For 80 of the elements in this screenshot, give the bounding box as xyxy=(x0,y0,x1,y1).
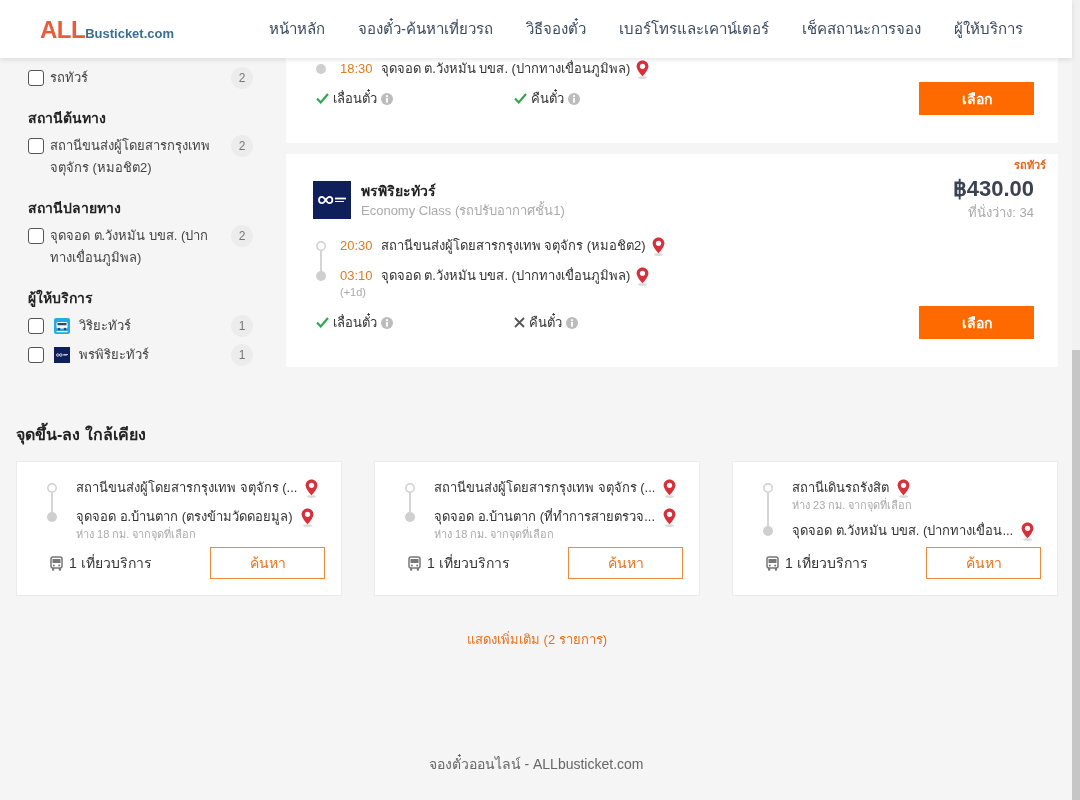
timeline-line xyxy=(409,493,411,512)
seats-available: ที่นั่งว่าง: 34 xyxy=(968,203,1034,222)
day-offset: (+1d) xyxy=(339,286,367,299)
footer-text: จองตั๋วออนไลน์ - ALLbusticket.com xyxy=(428,754,644,774)
stop-name: จุดจอด ต.วังหมัน บขส. (ปากทางเขื่อน... xyxy=(792,521,1014,541)
timeline-dot-icon xyxy=(763,483,773,493)
filter-label[interactable]: พรพิริยะทัวร์ xyxy=(79,344,223,366)
stop-time: 03:10 xyxy=(339,267,374,285)
distance-note: ห่าง 18 กม. จากจุดที่เลือก xyxy=(76,527,198,541)
map-pin-icon[interactable] xyxy=(651,236,665,256)
bus-type-tag: รถทัวร์ xyxy=(1014,158,1046,172)
timeline-line xyxy=(320,251,322,271)
checkbox[interactable] xyxy=(28,70,44,86)
checkbox[interactable] xyxy=(28,138,44,154)
policy-label: เลื่อนตั๋ว xyxy=(333,312,377,332)
count-badge: 1 xyxy=(231,344,253,366)
stop-time: 20:30 xyxy=(339,237,374,255)
policy-label: คืนตั๋ว xyxy=(529,312,562,332)
filter-label[interactable]: จุดจอด ต.วังหมัน บขส. (ปากทางเขื่อนภูมิพล) xyxy=(50,225,223,269)
distance-note: ห่าง 18 กม. จากจุดที่เลือก xyxy=(434,527,556,541)
nav-link[interactable]: จองตั๋ว-ค้นหาเที่ยวรถ xyxy=(358,17,493,41)
map-pin-icon[interactable] xyxy=(305,478,319,498)
timeline-dot-icon xyxy=(316,64,326,74)
map-pin-icon[interactable] xyxy=(663,507,676,527)
map-pin-icon[interactable] xyxy=(636,59,650,79)
filter-label[interactable]: วิริยะทัวร์ xyxy=(79,315,223,337)
checkbox[interactable] xyxy=(28,347,44,363)
stop-name: สถานีขนส่งผู้โดยสารกรุงเทพ จตุจักร (หมอชิต2) xyxy=(380,237,646,256)
count-badge: 2 xyxy=(231,67,253,89)
bus-icon xyxy=(766,555,779,571)
bus-icon xyxy=(408,555,421,571)
price: ฿430.00 xyxy=(952,175,1034,203)
stop-name: สถานีเดินรถรังสิต xyxy=(792,479,889,497)
nav-link[interactable]: หน้าหลัก xyxy=(269,17,325,41)
bus-class: Economy Class (รถปรับอากาศชั้น1) xyxy=(361,201,566,220)
stop-name: สถานีขนส่งผู้โดยสารกรุงเทพ จตุจักร (... xyxy=(434,479,656,498)
count-badge: 1 xyxy=(231,315,253,337)
distance-note: ห่าง 23 กม. จากจุดที่เลือก xyxy=(792,498,914,512)
stop-name: สถานีขนส่งผู้โดยสารกรุงเทพ จตุจักร (... xyxy=(76,479,298,498)
nav-link[interactable]: วิธีจองตั๋ว xyxy=(526,17,586,41)
timeline-dot-icon xyxy=(47,483,57,493)
checkbox[interactable] xyxy=(28,318,44,334)
timeline-dot-icon xyxy=(47,512,57,522)
filter-label[interactable]: สถานีขนส่งผู้โดยสารกรุงเทพ จตุจักร (หมอชิต2) xyxy=(50,135,223,179)
stop-name: จุดจอด ต.วังหมัน บขส. (ปากทางเขื่อนภูมิพล) xyxy=(380,266,631,286)
stop-time: 18:30 xyxy=(339,60,374,78)
map-pin-icon[interactable] xyxy=(897,478,910,498)
stop-name: จุดจอด ต.วังหมัน บขส. (ปากทางเขื่อนภูมิพล) xyxy=(380,59,631,79)
map-pin-icon[interactable] xyxy=(636,266,650,286)
policy-label: เลื่อนตั๋ว xyxy=(333,88,377,108)
map-pin-icon[interactable] xyxy=(300,507,314,527)
timeline-dot-icon xyxy=(316,271,326,281)
trip-count: 1 เที่ยวบริการ xyxy=(427,553,510,573)
scrollbar-thumb[interactable] xyxy=(1072,350,1080,800)
nav-link[interactable]: เช็คสถานะการจอง xyxy=(802,17,921,41)
map-pin-icon[interactable] xyxy=(663,478,677,498)
filter-heading: ผู้ให้บริการ xyxy=(28,288,94,308)
timeline-dot-icon xyxy=(405,483,415,493)
count-badge: 2 xyxy=(231,225,253,247)
map-pin-icon[interactable] xyxy=(1021,521,1035,541)
policy-label: คืนตั๋ว xyxy=(531,88,564,108)
stop-name: จุดจอด อ.บ้านตาก (ตรงข้ามวัดดอยมูล) xyxy=(76,508,293,526)
nav-link[interactable]: เบอร์โทรและเคาน์เตอร์ xyxy=(619,17,769,41)
count-badge: 2 xyxy=(231,135,253,157)
timeline-dot-icon xyxy=(405,512,415,522)
trip-count: 1 เที่ยวบริการ xyxy=(785,553,868,573)
checkbox[interactable] xyxy=(28,228,44,244)
trip-count: 1 เที่ยวบริการ xyxy=(69,553,152,573)
timeline-dot-icon xyxy=(763,526,773,536)
site-logo[interactable]: ALLBusticket.com xyxy=(40,14,175,44)
filter-heading: สถานีต้นทาง xyxy=(28,109,107,128)
bus-icon xyxy=(50,555,63,571)
timeline-line xyxy=(767,493,769,526)
nav-link[interactable]: ผู้ให้บริการ xyxy=(954,17,1023,41)
timeline-dot-icon xyxy=(316,241,326,251)
filter-heading: สถานีปลายทาง xyxy=(28,199,122,218)
stop-name: จุดจอด อ.บ้านตาก (ที่ทำการสายตรวจ... xyxy=(434,507,655,526)
timeline-line xyxy=(51,493,53,512)
operator-name: พรพิริยะทัวร์ xyxy=(361,182,437,201)
filter-label[interactable]: รถทัวร์ xyxy=(50,67,223,89)
